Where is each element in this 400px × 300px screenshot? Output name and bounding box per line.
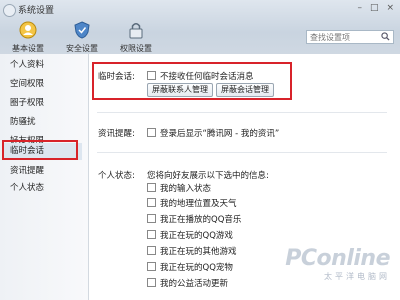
sidebar-item-status[interactable]: 个人状态 [10, 181, 44, 193]
toolbar-basic-settings[interactable]: 基本设置 [4, 20, 52, 54]
sidebar-item-news[interactable]: 资讯提醒 [10, 164, 44, 176]
status-option-qq-pet[interactable]: 我正在玩的QQ宠物 [147, 261, 233, 273]
toolbar-label: 权限设置 [120, 44, 152, 53]
toolbar-permission-settings[interactable]: 权限设置 [112, 20, 160, 54]
highlight-box-temp-session [92, 62, 292, 100]
status-option-qq-game[interactable]: 我正在玩的QQ游戏 [147, 229, 233, 241]
checkbox[interactable] [147, 262, 156, 271]
status-option-location[interactable]: 我的地理位置及天气 [147, 197, 237, 209]
status-option-charity[interactable]: 我的公益活动更新 [147, 277, 228, 289]
watermark-tagline: 太平洋电脑网 [324, 272, 390, 281]
search-box[interactable] [306, 30, 394, 44]
search-input[interactable] [307, 31, 383, 43]
shield-icon [72, 20, 92, 40]
news-option[interactable]: 登录后显示“腾讯网 - 我的资讯” [147, 127, 279, 139]
option-label: 我正在播放的QQ音乐 [160, 215, 242, 225]
sidebar: 个人资料 空间权限 圈子权限 防骚扰 好友权限 临时会话 资讯提醒 个人状态 [0, 54, 89, 300]
gear-user-icon [18, 20, 38, 40]
checkbox[interactable] [147, 246, 156, 255]
sidebar-item-space-permission[interactable]: 空间权限 [10, 77, 44, 89]
checkbox[interactable] [147, 183, 156, 192]
option-label: 我正在玩的QQ游戏 [160, 231, 233, 241]
sidebar-item-anti-harass[interactable]: 防骚扰 [10, 115, 36, 127]
checkbox[interactable] [147, 128, 156, 137]
status-label: 个人状态: [98, 171, 135, 181]
option-label: 我的公益活动更新 [160, 279, 229, 289]
checkbox[interactable] [147, 198, 156, 207]
watermark: PConline 太平洋电脑网 [285, 246, 390, 282]
option-label: 我的地理位置及天气 [160, 199, 237, 209]
divider [97, 112, 387, 113]
option-label: 登录后显示“腾讯网 - 我的资讯” [160, 129, 280, 139]
title-bar: 系统设置 – □ × 基本设置 安全设置 权限设置 [0, 0, 400, 54]
toolbar-security-settings[interactable]: 安全设置 [58, 20, 106, 54]
checkbox[interactable] [147, 278, 156, 287]
news-label: 资讯提醒: [98, 129, 135, 139]
sidebar-item-profile[interactable]: 个人资料 [10, 58, 44, 70]
toolbar-label: 基本设置 [12, 44, 44, 53]
status-option-music[interactable]: 我正在播放的QQ音乐 [147, 213, 241, 225]
option-label: 我正在玩的其他游戏 [160, 247, 237, 257]
highlight-box-sidebar [2, 140, 78, 160]
lock-icon [126, 20, 146, 40]
toolbar-label: 安全设置 [66, 44, 98, 53]
watermark-logo: PConline [285, 246, 390, 271]
close-button[interactable]: × [386, 3, 394, 13]
window-controls: – □ × [357, 3, 394, 13]
option-label: 我正在玩的QQ宠物 [160, 263, 233, 273]
sidebar-item-circle-permission[interactable]: 圈子权限 [10, 96, 44, 108]
minimize-button[interactable]: – [357, 3, 362, 13]
option-label: 我的输入状态 [160, 184, 212, 194]
status-option-typing[interactable]: 我的输入状态 [147, 182, 211, 194]
app-icon [3, 4, 16, 17]
search-icon[interactable] [381, 32, 390, 43]
status-option-other-game[interactable]: 我正在玩的其他游戏 [147, 245, 237, 257]
status-description: 您将向好友展示以下选中的信息: [147, 171, 269, 181]
checkbox[interactable] [147, 214, 156, 223]
maximize-button[interactable]: □ [370, 3, 379, 13]
window-title: 系统设置 [18, 6, 55, 16]
divider [97, 152, 387, 153]
checkbox[interactable] [147, 230, 156, 239]
